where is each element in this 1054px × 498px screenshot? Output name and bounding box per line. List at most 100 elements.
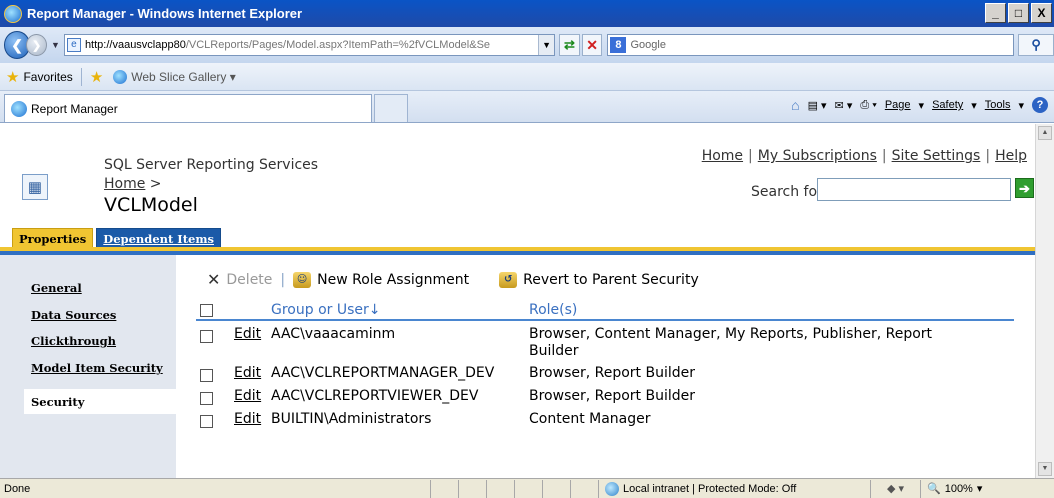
safety-menu[interactable]: Safety bbox=[932, 99, 963, 111]
site-settings-link[interactable]: Site Settings bbox=[892, 148, 981, 164]
tools-menu-arrow-icon: ▾ bbox=[1018, 99, 1024, 112]
site-search-input[interactable] bbox=[817, 178, 1011, 201]
compatibility-icon[interactable]: ⇄ bbox=[559, 34, 580, 56]
stop-icon[interactable]: ✕ bbox=[581, 34, 603, 56]
my-subscriptions-link[interactable]: My Subscriptions bbox=[758, 148, 877, 164]
zoom-level: 100% bbox=[944, 482, 973, 495]
intranet-globe-icon bbox=[605, 481, 619, 496]
ie-logo-icon bbox=[4, 4, 22, 23]
sidebar-item-clickthrough[interactable]: Clickthrough bbox=[31, 334, 116, 348]
new-tab-button[interactable] bbox=[374, 94, 408, 122]
row-checkbox[interactable] bbox=[200, 392, 213, 405]
delete-button[interactable]: Delete bbox=[226, 272, 272, 288]
edit-link[interactable]: Edit bbox=[234, 388, 261, 404]
search-label: Search for: bbox=[751, 184, 828, 200]
properties-sidebar: General Data Sources Clickthrough Model … bbox=[0, 255, 176, 478]
maximize-button[interactable]: □ bbox=[1008, 3, 1029, 23]
status-cell bbox=[542, 479, 570, 498]
search-arrow-icon[interactable]: ➔ bbox=[1015, 178, 1034, 198]
home-link[interactable]: Home bbox=[702, 148, 743, 164]
web-slice-gallery-link[interactable]: Web Slice Gallery ▾ bbox=[131, 70, 236, 84]
search-input[interactable]: 8 Google bbox=[607, 34, 1015, 56]
row-user: AAC\VCLREPORTVIEWER_DEV bbox=[271, 388, 479, 404]
protected-mode-icon[interactable]: ◆ ▾ bbox=[870, 479, 920, 498]
security-toolbar: ✕ Delete | ☺ New Role Assignment ↺ Rever… bbox=[207, 270, 699, 289]
scroll-up-icon[interactable]: ▲ bbox=[1038, 126, 1052, 140]
row-user: AAC\VCLREPORTMANAGER_DEV bbox=[271, 365, 495, 381]
status-cell bbox=[430, 479, 458, 498]
address-bar-row: ❮ ❯ ▼ e http://vaausvclapp80 /VCLReports… bbox=[0, 27, 1054, 63]
tab-ie-icon bbox=[11, 100, 27, 117]
revert-to-parent-security-button[interactable]: Revert to Parent Security bbox=[523, 272, 699, 288]
command-bar: ⌂ ▤ ▾ ✉ ▾ ⎙ ▾ Page ▾ Safety ▾ Tools ▾ ? bbox=[791, 97, 1048, 113]
tab-dependent-items[interactable]: Dependent Items bbox=[96, 228, 221, 248]
row-roles: Browser, Report Builder bbox=[529, 365, 696, 381]
vertical-scrollbar[interactable]: ▲ ▼ bbox=[1035, 124, 1054, 478]
zoom-control[interactable]: 🔍 100% ▾ bbox=[920, 479, 983, 498]
tab-properties[interactable]: Properties bbox=[12, 228, 94, 248]
column-roles: Role(s) bbox=[529, 302, 578, 318]
page-tabs: Properties Dependent Items bbox=[12, 228, 221, 248]
favorites-button[interactable]: Favorites bbox=[23, 70, 72, 84]
edit-link[interactable]: Edit bbox=[234, 326, 261, 342]
security-zone[interactable]: Local intranet | Protected Mode: Off bbox=[598, 479, 870, 498]
status-cell bbox=[570, 479, 598, 498]
add-favorite-icon[interactable]: ★ bbox=[90, 68, 103, 86]
edit-link[interactable]: Edit bbox=[234, 365, 261, 381]
window-title: Report Manager - Windows Internet Explor… bbox=[27, 6, 303, 21]
model-icon: ▦ bbox=[22, 174, 48, 200]
tools-menu[interactable]: Tools bbox=[985, 99, 1011, 111]
column-group-or-user[interactable]: Group or User↓ bbox=[271, 302, 380, 318]
home-icon[interactable]: ⌂ bbox=[791, 97, 799, 113]
browser-tab[interactable]: Report Manager bbox=[4, 94, 372, 122]
global-links: Home | My Subscriptions | Site Settings … bbox=[702, 148, 1027, 164]
forward-button[interactable]: ❯ bbox=[26, 34, 48, 56]
row-checkbox[interactable] bbox=[200, 369, 213, 382]
zoom-dropdown-icon: ▾ bbox=[976, 483, 983, 495]
breadcrumb-home-link[interactable]: Home bbox=[104, 176, 145, 192]
security-zone-text: Local intranet | Protected Mode: Off bbox=[623, 482, 797, 495]
row-checkbox[interactable] bbox=[200, 415, 213, 428]
minimize-button[interactable]: _ bbox=[985, 3, 1006, 23]
search-go-icon[interactable]: ⚲ bbox=[1018, 34, 1054, 56]
page-menu[interactable]: Page bbox=[885, 99, 911, 111]
url-path: /VCLReports/Pages/Model.aspx?ItemPath=%2… bbox=[185, 39, 491, 51]
status-cell bbox=[486, 479, 514, 498]
page-menu-arrow-icon: ▾ bbox=[918, 99, 925, 112]
address-dropdown-icon[interactable]: ▼ bbox=[538, 35, 555, 55]
favorites-bar: ★ Favorites ★ Web Slice Gallery ▾ bbox=[0, 63, 1054, 91]
url-host: http://vaausvclapp80 bbox=[84, 39, 186, 51]
sidebar-item-general[interactable]: General bbox=[31, 281, 82, 295]
row-checkbox[interactable] bbox=[200, 330, 213, 343]
delete-x-icon: ✕ bbox=[207, 270, 221, 289]
sidebar-item-model-item-security[interactable]: Model Item Security bbox=[31, 361, 163, 375]
table-header: Group or User↓ Role(s) bbox=[196, 301, 1014, 321]
address-input[interactable]: e http://vaausvclapp80 /VCLReports/Pages… bbox=[63, 34, 556, 56]
select-all-checkbox[interactable] bbox=[200, 304, 213, 317]
scroll-down-icon[interactable]: ▼ bbox=[1038, 462, 1052, 476]
new-role-assignment-icon: ☺ bbox=[293, 271, 312, 288]
row-user: BUILTIN\Administrators bbox=[271, 411, 432, 427]
web-slice-icon bbox=[113, 69, 128, 84]
feeds-icon[interactable]: ▤ ▾ bbox=[808, 99, 827, 112]
close-button[interactable]: X bbox=[1031, 3, 1052, 23]
toolbar-divider: | bbox=[280, 271, 286, 288]
window-titlebar: Report Manager - Windows Internet Explor… bbox=[0, 0, 1054, 27]
help-icon[interactable]: ? bbox=[1032, 97, 1048, 113]
status-text: Done bbox=[4, 482, 31, 495]
print-icon[interactable]: ⎙ ▾ bbox=[860, 99, 876, 112]
status-bar: Done Local intranet | Protected Mode: Of… bbox=[0, 478, 1054, 498]
link-separator: | bbox=[881, 148, 887, 164]
sidebar-item-security[interactable]: Security bbox=[31, 395, 84, 409]
browser-tab-bar: Report Manager ⌂ ▤ ▾ ✉ ▾ ⎙ ▾ Page ▾ Safet… bbox=[0, 91, 1054, 123]
sidebar-item-data-sources[interactable]: Data Sources bbox=[31, 308, 116, 322]
row-roles: Browser, Content Manager, My Reports, Pu… bbox=[529, 326, 933, 342]
mail-icon[interactable]: ✉ ▾ bbox=[835, 99, 853, 112]
history-dropdown-icon[interactable]: ▼ bbox=[51, 40, 60, 50]
link-separator: | bbox=[985, 148, 991, 164]
help-link[interactable]: Help bbox=[995, 148, 1027, 164]
new-role-assignment-button[interactable]: New Role Assignment bbox=[317, 272, 469, 288]
edit-link[interactable]: Edit bbox=[234, 411, 261, 427]
favorites-star-icon[interactable]: ★ bbox=[6, 68, 19, 86]
browser-tab-label: Report Manager bbox=[31, 101, 118, 116]
